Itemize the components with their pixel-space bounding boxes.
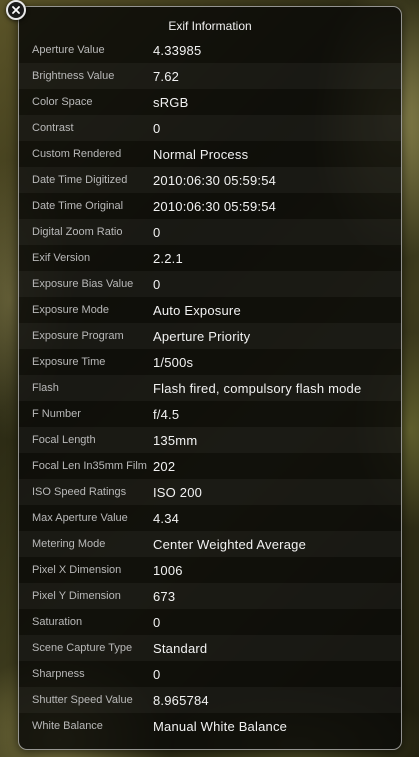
exif-row: Contrast 0 [19, 115, 401, 141]
exif-table: Aperture Value 4.33985 Brightness Value 7.6… [19, 37, 401, 739]
exif-label: White Balance [32, 720, 103, 732]
exif-label: F Number [32, 408, 81, 420]
exif-row: Saturation 0 [19, 609, 401, 635]
exif-value: 202 [153, 458, 176, 474]
exif-value: 673 [153, 588, 176, 604]
exif-row: Shutter Speed Value 8.965784 [19, 687, 401, 713]
exif-row: Digital Zoom Ratio 0 [19, 219, 401, 245]
exif-value: 2.2.1 [153, 250, 183, 266]
exif-value: Auto Exposure [153, 302, 241, 318]
exif-value: Flash fired, compulsory flash mode [153, 380, 362, 396]
exif-label: Aperture Value [32, 44, 105, 56]
exif-label: Exposure Bias Value [32, 278, 134, 290]
exif-value: 0 [153, 614, 161, 630]
exif-row: ISO Speed Ratings ISO 200 [19, 479, 401, 505]
exif-row: Exposure Mode Auto Exposure [19, 297, 401, 323]
close-button[interactable] [6, 0, 26, 20]
exif-value: 0 [153, 224, 161, 240]
exif-value: 1/500s [153, 354, 194, 370]
exif-info-panel: Exif Information Aperture Value 4.33985 Br… [18, 6, 402, 750]
exif-label: Exposure Program [32, 330, 124, 342]
exif-row: Pixel Y Dimension 673 [19, 583, 401, 609]
exif-label: Digital Zoom Ratio [32, 226, 123, 238]
exif-value: Aperture Priority [153, 328, 251, 344]
exif-label: Focal Len In35mm Film [32, 460, 147, 472]
exif-value: 2010:06:30 05:59:54 [153, 198, 277, 214]
exif-label: Focal Length [32, 434, 96, 446]
exif-value: 4.34 [153, 510, 180, 526]
exif-label: Exposure Mode [32, 304, 110, 316]
exif-row: F Number f/4.5 [19, 401, 401, 427]
exif-label: Metering Mode [32, 538, 106, 550]
exif-row: Date Time Digitized 2010:06:30 05:59:54 [19, 167, 401, 193]
exif-value: 2010:06:30 05:59:54 [153, 172, 277, 188]
exif-label: Brightness Value [32, 70, 115, 82]
exif-label: Contrast [32, 122, 74, 134]
exif-value: f/4.5 [153, 406, 180, 422]
exif-label: Exposure Time [32, 356, 106, 368]
exif-label: Date Time Digitized [32, 174, 128, 186]
exif-value: ISO 200 [153, 484, 203, 500]
exif-row: Scene Capture Type Standard [19, 635, 401, 661]
exif-row: Brightness Value 7.62 [19, 63, 401, 89]
exif-row: Aperture Value 4.33985 [19, 37, 401, 63]
exif-row: Exposure Program Aperture Priority [19, 323, 401, 349]
exif-row: Max Aperture Value 4.34 [19, 505, 401, 531]
exif-label: Pixel Y Dimension [32, 590, 121, 602]
exif-label: Shutter Speed Value [32, 694, 133, 706]
exif-value: Standard [153, 640, 208, 656]
exif-row: Metering Mode Center Weighted Average [19, 531, 401, 557]
exif-label: Exif Version [32, 252, 91, 264]
exif-label: Custom Rendered [32, 148, 122, 160]
exif-value: sRGB [153, 94, 189, 110]
exif-value: 4.33985 [153, 42, 202, 58]
exif-row: Focal Len In35mm Film 202 [19, 453, 401, 479]
exif-value: Center Weighted Average [153, 536, 306, 552]
panel-title: Exif Information [168, 19, 252, 33]
exif-label: Flash [32, 382, 59, 394]
exif-row: White Balance Manual White Balance [19, 713, 401, 739]
exif-row: Flash Flash fired, compulsory flash mode [19, 375, 401, 401]
exif-row: Custom Rendered Normal Process [19, 141, 401, 167]
exif-label: Sharpness [32, 668, 85, 680]
exif-row: Color Space sRGB [19, 89, 401, 115]
exif-label: Max Aperture Value [32, 512, 128, 524]
exif-label: Scene Capture Type [32, 642, 133, 654]
close-icon [12, 6, 20, 14]
exif-row: Exposure Time 1/500s [19, 349, 401, 375]
exif-row: Exif Version 2.2.1 [19, 245, 401, 271]
exif-label: ISO Speed Ratings [32, 486, 127, 498]
exif-row: Exposure Bias Value 0 [19, 271, 401, 297]
exif-value: 0 [153, 666, 161, 682]
exif-value: Normal Process [153, 146, 249, 162]
exif-row: Date Time Original 2010:06:30 05:59:54 [19, 193, 401, 219]
exif-value: Manual White Balance [153, 718, 288, 734]
exif-value: 0 [153, 276, 161, 292]
exif-value: 1006 [153, 562, 183, 578]
exif-row: Pixel X Dimension 1006 [19, 557, 401, 583]
exif-label: Date Time Original [32, 200, 124, 212]
exif-value: 8.965784 [153, 692, 209, 708]
exif-label: Color Space [32, 96, 93, 108]
exif-value: 135mm [153, 432, 198, 448]
exif-value: 7.62 [153, 68, 180, 84]
exif-row: Focal Length 135mm [19, 427, 401, 453]
exif-value: 0 [153, 120, 161, 136]
exif-row: Sharpness 0 [19, 661, 401, 687]
exif-label: Pixel X Dimension [32, 564, 122, 576]
exif-label: Saturation [32, 616, 83, 628]
